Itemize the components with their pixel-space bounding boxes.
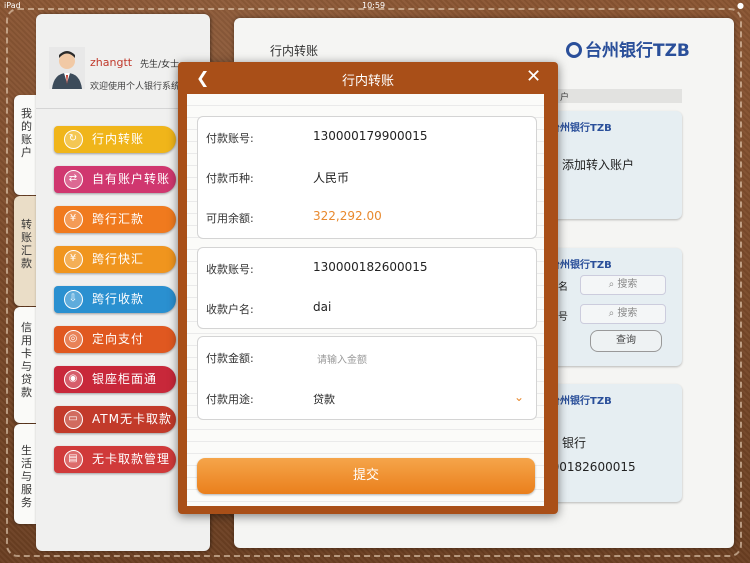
payer-account-row: 付款账号: 130000179900015 (198, 117, 536, 157)
strip-text: 户 (560, 93, 570, 103)
bank-logo-text: 台州银行TZB (585, 41, 690, 61)
field-label: 付款账号: (206, 132, 254, 145)
add-account-card[interactable]: 台州银行TZB 添加转入账户 (540, 111, 682, 219)
account-tab-strip: 户 (540, 89, 682, 103)
payee-card[interactable]: 台州银行TZB 银行 000182600015 (540, 384, 682, 502)
menu-item-label: 行内转账 (92, 132, 145, 146)
device-label: iPad (4, 1, 21, 10)
payee-group: 收款账号: 130000182600015 收款户名: dai (197, 247, 537, 329)
card-logo: 台州银行TZB (550, 260, 612, 271)
amount-row[interactable]: 付款金额: 请输入金额 (198, 337, 536, 377)
menu-item-label: 跨行汇款 (92, 212, 145, 226)
name-label: 名 (558, 282, 568, 293)
account-search-input[interactable]: ⌕ 搜索 (580, 304, 666, 324)
payee-bank: 银行 (562, 436, 587, 450)
sidetab-label: 生活与服务 (21, 444, 32, 509)
menu-item-icon: ¥ (64, 250, 83, 269)
menu-item[interactable]: ▭ ATM无卡取款 (54, 406, 176, 433)
menu-item-label: 跨行快汇 (92, 252, 145, 266)
menu-item-label: 银座柜面通 (92, 372, 158, 386)
menu-item[interactable]: ◉ 银座柜面通 (54, 366, 176, 393)
menu-item-icon: ⇄ (64, 170, 83, 189)
card-logo: 台州银行TZB (550, 396, 612, 407)
modal-header: ❮ 行内转账 ✕ (178, 62, 558, 92)
menu-item-label: ATM无卡取款 (92, 412, 172, 426)
query-button[interactable]: 查询 (590, 330, 662, 352)
payee-account-row: 收款账号: 130000182600015 (198, 248, 536, 288)
field-label: 收款账号: (206, 263, 254, 276)
menu-item-icon: ◎ (64, 330, 83, 349)
menu-item-icon: ▤ (64, 450, 83, 469)
menu-item[interactable]: ⇩ 跨行收款 (54, 286, 176, 313)
name-search-input[interactable]: ⌕ 搜索 (580, 275, 666, 295)
field-label: 付款金额: (206, 352, 254, 365)
menu-item-label: 自有账户转账 (92, 172, 171, 186)
menu-item-icon: ⇩ (64, 290, 83, 309)
no-label: 号 (558, 312, 568, 323)
sidetab-label: 转账汇款 (21, 218, 32, 270)
field-label: 可用余额: (206, 212, 254, 225)
menu-item-label: 无卡取款管理 (92, 452, 171, 466)
menu-item[interactable]: ¥ 跨行快汇 (54, 246, 176, 273)
field-label: 收款户名: (206, 303, 254, 316)
battery-icon: ● (737, 1, 744, 10)
close-icon[interactable]: ✕ (526, 66, 541, 87)
payer-group: 付款账号: 130000179900015 付款币种: 人民币 可用余额: 32… (197, 116, 537, 239)
transfer-modal: ❮ 行内转账 ✕ 付款账号: 130000179900015 付款币种: 人民币… (178, 62, 558, 514)
status-bar: iPad 10:59 ● (0, 0, 750, 12)
page-title: 行内转账 (270, 44, 319, 58)
menu-item-icon: ◉ (64, 370, 83, 389)
add-account-text: 添加转入账户 (562, 158, 635, 172)
chevron-down-icon[interactable]: ⌄ (514, 390, 524, 404)
menu-item[interactable]: ↻ 行内转账 (54, 126, 176, 153)
payer-account-value: 130000179900015 (313, 129, 428, 143)
payee-name-row: 收款户名: dai (198, 288, 536, 328)
sidetab-label: 我的账户 (21, 107, 32, 159)
avatar (49, 47, 85, 89)
amount-input[interactable]: 请输入金额 (317, 351, 367, 366)
search-card: 台州银行TZB 名 ⌕ 搜索 号 ⌕ 搜索 查询 (540, 248, 682, 366)
menu-item[interactable]: ▤ 无卡取款管理 (54, 446, 176, 473)
sidetab-label: 信用卡与贷款 (21, 321, 32, 399)
payment-group: 付款金额: 请输入金额 付款用途: 贷款 ⌄ (197, 336, 537, 420)
purpose-select[interactable]: 贷款 (313, 391, 335, 407)
search-placeholder: 搜索 (617, 308, 638, 319)
bank-logo-icon (566, 42, 582, 58)
status-time: 10:59 (362, 1, 386, 10)
balance-value: 322,292.00 (313, 209, 382, 223)
payee-name-value: dai (313, 300, 332, 314)
menu-item-icon: ↻ (64, 130, 83, 149)
modal-title: 行内转账 (341, 74, 394, 89)
purpose-row[interactable]: 付款用途: 贷款 ⌄ (198, 378, 536, 418)
user-title: 先生/女士 (140, 60, 180, 70)
username: zhangtt (90, 56, 133, 69)
menu-item[interactable]: ⇄ 自有账户转账 (54, 166, 176, 193)
modal-body: 付款账号: 130000179900015 付款币种: 人民币 可用余额: 32… (187, 94, 544, 506)
balance-row: 可用余额: 322,292.00 (198, 197, 536, 237)
menu-item-icon: ▭ (64, 410, 83, 429)
submit-button[interactable]: 提交 (197, 458, 535, 494)
menu-item-label: 定向支付 (92, 332, 145, 346)
currency-row: 付款币种: 人民币 (198, 157, 536, 197)
field-label: 付款用途: (206, 393, 254, 406)
currency-value: 人民币 (313, 171, 350, 185)
menu-item-icon: ¥ (64, 210, 83, 229)
menu-item[interactable]: ¥ 跨行汇款 (54, 206, 176, 233)
card-logo: 台州银行TZB (550, 123, 612, 134)
field-label: 付款币种: (206, 172, 254, 185)
search-placeholder: 搜索 (617, 279, 638, 290)
bank-logo: 台州银行TZB (566, 36, 690, 61)
menu-item[interactable]: ◎ 定向支付 (54, 326, 176, 353)
payee-account-value: 130000182600015 (313, 260, 428, 274)
menu-item-label: 跨行收款 (92, 292, 145, 306)
